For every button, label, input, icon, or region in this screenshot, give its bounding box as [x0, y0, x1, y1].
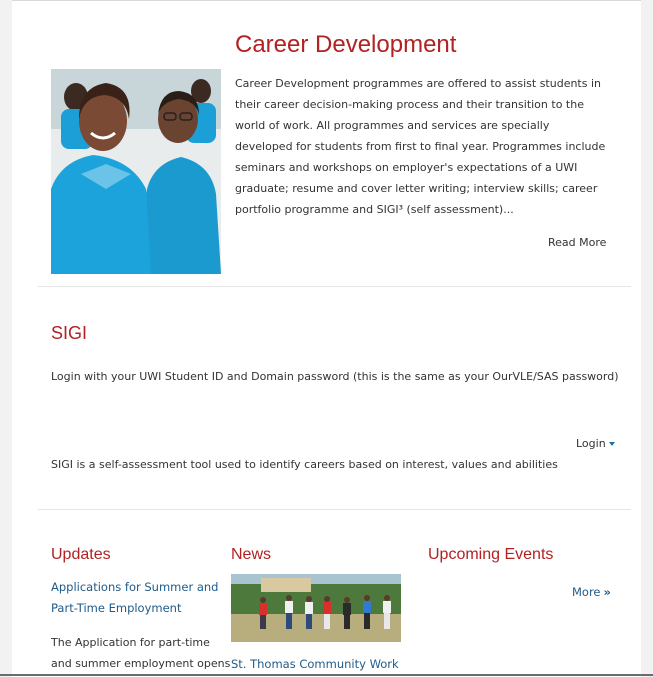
update-item-text: The Application for part-time and summer…: [51, 636, 231, 670]
content-panel: Career Development Career Development pr…: [12, 0, 641, 677]
more-events-link[interactable]: More»: [572, 585, 611, 599]
career-development-heading: Career Development: [235, 31, 457, 58]
section-divider: [38, 509, 631, 510]
sigi-description: SIGI is a self-assessment tool used to i…: [51, 458, 558, 471]
double-chevron-right-icon: »: [603, 585, 611, 599]
section-divider: [38, 286, 631, 287]
career-description: Career Development programmes are offere…: [235, 77, 606, 216]
sigi-heading: SIGI: [51, 323, 88, 343]
login-dropdown[interactable]: Login: [576, 437, 615, 450]
read-more-link[interactable]: Read More: [548, 236, 606, 249]
update-item-link[interactable]: Applications for Summer and Part-Time Em…: [51, 577, 221, 619]
more-label: More: [572, 585, 601, 599]
login-label: Login: [576, 437, 606, 450]
news-item-link[interactable]: St. Thomas Community Work: [231, 657, 399, 671]
upcoming-events-heading: Upcoming Events: [428, 546, 554, 563]
updates-heading: Updates: [51, 546, 111, 563]
career-students-photo: [51, 69, 221, 274]
caret-down-icon: [608, 442, 615, 446]
news-heading: News: [231, 546, 272, 563]
sigi-login-instructions: Login with your UWI Student ID and Domai…: [51, 370, 619, 383]
news-photo[interactable]: [231, 574, 401, 642]
